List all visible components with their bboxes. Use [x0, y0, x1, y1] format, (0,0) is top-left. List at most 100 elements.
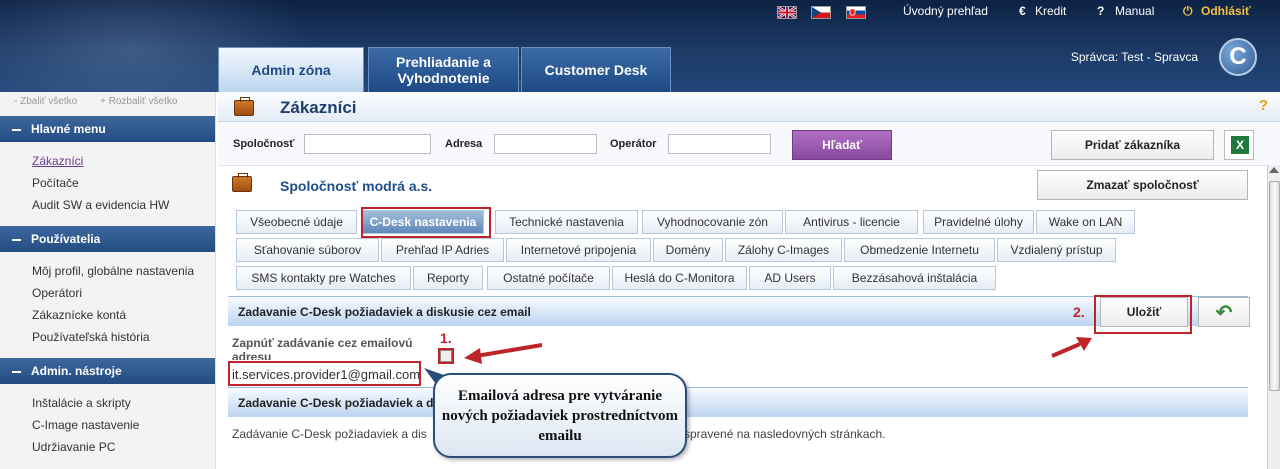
- subtab-silent-install[interactable]: Bezzásahová inštalácia: [833, 266, 996, 290]
- back-arrow-button[interactable]: ↶: [1198, 297, 1250, 327]
- subtab-cmonitor-passwords[interactable]: Heslá do C-Monitora: [612, 266, 747, 290]
- annotation-number-2: 2.: [1073, 304, 1085, 320]
- sidebar-item-customers[interactable]: Zákazníci: [32, 150, 215, 172]
- email-value: it.services.provider1@gmail.com: [228, 361, 421, 386]
- user-prefix: Správca:: [1070, 50, 1119, 64]
- arrow-to-save: [1051, 337, 1092, 358]
- logout-label: Odhlásiť: [1201, 4, 1251, 18]
- tab-review[interactable]: Prehliadanie a Vyhodnotenie: [368, 47, 519, 92]
- subtab-sms-contacts[interactable]: SMS kontakty pre Watches: [236, 266, 411, 290]
- sidebar-item-installations[interactable]: Inštalácie a skripty: [32, 392, 215, 414]
- flag-sk-svg: [849, 8, 856, 16]
- collapse-all-link[interactable]: - Zbaliť všetko: [14, 96, 87, 107]
- subtab-remote-access[interactable]: Vzdialený prístup: [997, 238, 1116, 262]
- subtab-wake-on-lan[interactable]: Wake on LAN: [1036, 210, 1135, 234]
- home-link[interactable]: Úvodný prehľad: [903, 4, 988, 18]
- subtab-ip-overview[interactable]: Prehľad IP Adries: [381, 238, 504, 262]
- menu-items-users: Môj profil, globálne nastavenia Operátor…: [0, 252, 215, 352]
- subtab-other-computers[interactable]: Ostatné počítače: [487, 266, 610, 290]
- app-logo: C: [1219, 38, 1257, 76]
- collapse-icon: [12, 238, 21, 241]
- sidebar-item-customer-accounts[interactable]: Zákaznícke kontá: [32, 304, 215, 326]
- collapse-icon: [12, 128, 21, 131]
- expand-all-label: Rozbaliť všetko: [108, 96, 178, 107]
- subtab-reports[interactable]: Reporty: [413, 266, 483, 290]
- question-icon: ?: [1097, 4, 1105, 18]
- menu-items-admin-tools: Inštalácie a skripty C-Image nastavenie …: [0, 384, 215, 462]
- company-briefcase-icon: [232, 173, 252, 192]
- sidebar-item-cimage[interactable]: C-Image nastavenie: [32, 414, 215, 436]
- top-header: Úvodný prehľad € Kredit ? Manual ⏻ Odhlá…: [0, 0, 1280, 92]
- scroll-up-icon[interactable]: [1269, 167, 1279, 173]
- address-input[interactable]: [494, 134, 597, 154]
- menu-section-users[interactable]: Používatelia: [0, 226, 215, 252]
- expand-controls: - Zbaliť všetko + Rozbaliť všetko: [0, 92, 215, 110]
- address-label: Adresa: [445, 138, 483, 150]
- menu-section-admin-tools-title: Admin. nástroje: [31, 364, 122, 378]
- menu-section-admin-tools[interactable]: Admin. nástroje: [0, 358, 215, 384]
- flag-sk-icon[interactable]: [846, 6, 866, 19]
- page-title: Zákazníci: [280, 98, 357, 117]
- manual-link[interactable]: Manual: [1115, 4, 1154, 18]
- subtab-technical[interactable]: Technické nastavenia: [495, 210, 638, 234]
- annotation-callout: Emailová adresa pre vytváranie nových po…: [433, 373, 687, 458]
- flag-en-icon[interactable]: [777, 5, 797, 20]
- user-info: Správca: Test - Spravca: [1071, 50, 1198, 64]
- company-input[interactable]: [304, 134, 431, 154]
- collapse-icon: [12, 370, 21, 373]
- sidebar-item-pc-maintenance[interactable]: Udržiavanie PC: [32, 436, 215, 458]
- help-icon[interactable]: ?: [1259, 97, 1268, 114]
- operator-label: Operátor: [610, 138, 657, 150]
- section-header-email-2: Zadavanie C-Desk požiadaviek a di: [228, 387, 1248, 417]
- flag-cz-svg: [812, 7, 821, 18]
- power-icon: ⏻: [1183, 4, 1193, 18]
- tab-admin-zone[interactable]: Admin zóna: [218, 47, 364, 92]
- highlight-checkbox: [438, 348, 454, 364]
- excel-export-button[interactable]: X: [1224, 130, 1254, 160]
- subtab-zones[interactable]: Vyhodnocovanie zón: [642, 210, 783, 234]
- enable-email-label: Zapnúť zadávanie cez emailovú adresu: [232, 336, 413, 360]
- sidebar: - Zbaliť všetko + Rozbaliť všetko Hlavné…: [0, 92, 216, 469]
- sidebar-item-audit[interactable]: Audit SW a evidencia HW: [32, 194, 215, 216]
- subtab-downloads[interactable]: Sťahovanie súborov: [236, 238, 379, 262]
- company-name: Spoločnosť modrá a.s.: [280, 178, 433, 194]
- subtab-internet-restriction[interactable]: Obmedzenie Internetu: [844, 238, 995, 262]
- flag-en-svg: [777, 5, 797, 20]
- excel-icon: X: [1231, 136, 1249, 154]
- main-content: Zákazníci ? Spoločnosť Adresa Operátor H…: [218, 92, 1280, 469]
- menu-section-main[interactable]: Hlavné menu: [0, 116, 215, 142]
- filter-bar: Spoločnosť Adresa Operátor Hľadať Pridať…: [218, 122, 1280, 166]
- annotation-number-1: 1.: [440, 330, 452, 346]
- delete-company-button[interactable]: Zmazať spoločnosť: [1037, 170, 1248, 200]
- menu-section-users-title: Používatelia: [31, 232, 101, 246]
- tab-customer-desk[interactable]: Customer Desk: [521, 47, 671, 92]
- subtab-antivirus[interactable]: Antivirus - licencie: [785, 210, 918, 234]
- flag-cz-icon[interactable]: [811, 6, 831, 19]
- operator-input[interactable]: [668, 134, 771, 154]
- arrow-to-checkbox: [464, 343, 543, 364]
- expand-all-link[interactable]: + Rozbaliť všetko: [100, 96, 187, 107]
- highlight-cdesk-tab: [361, 207, 491, 238]
- credit-link[interactable]: Kredit: [1035, 4, 1066, 18]
- company-label: Spoločnosť: [233, 138, 295, 150]
- subtab-ad-users[interactable]: AD Users: [749, 266, 831, 290]
- subtab-general[interactable]: Všeobecné údaje: [236, 210, 357, 234]
- sidebar-item-user-history[interactable]: Používateľská história: [32, 326, 215, 348]
- subtab-domains[interactable]: Domény: [653, 238, 723, 262]
- sidebar-item-operators[interactable]: Operátori: [32, 282, 215, 304]
- sidebar-item-computers[interactable]: Počítače: [32, 172, 215, 194]
- subtab-cimage-backups[interactable]: Zálohy C-Images: [725, 238, 842, 262]
- add-customer-button[interactable]: Pridať zákazníka: [1051, 130, 1214, 160]
- logout-link[interactable]: Odhlásiť: [1201, 4, 1251, 18]
- vertical-scrollbar[interactable]: [1267, 165, 1280, 469]
- tab-customer-desk-label: Customer Desk: [544, 62, 648, 78]
- description-right: spravené na nasledovných stránkach.: [684, 427, 886, 441]
- subtab-internet-connections[interactable]: Internetové pripojenia: [506, 238, 651, 262]
- top-nav: Úvodný prehľad € Kredit ? Manual ⏻ Odhlá…: [0, 0, 1280, 22]
- search-button[interactable]: Hľadať: [792, 130, 892, 160]
- menu-section-main-title: Hlavné menu: [31, 122, 106, 136]
- back-arrow-icon: ↶: [1215, 301, 1233, 324]
- scroll-thumb[interactable]: [1269, 181, 1280, 391]
- sidebar-item-profile[interactable]: Môj profil, globálne nastavenia: [32, 260, 215, 282]
- subtab-scheduled-tasks[interactable]: Pravidelné úlohy: [923, 210, 1034, 234]
